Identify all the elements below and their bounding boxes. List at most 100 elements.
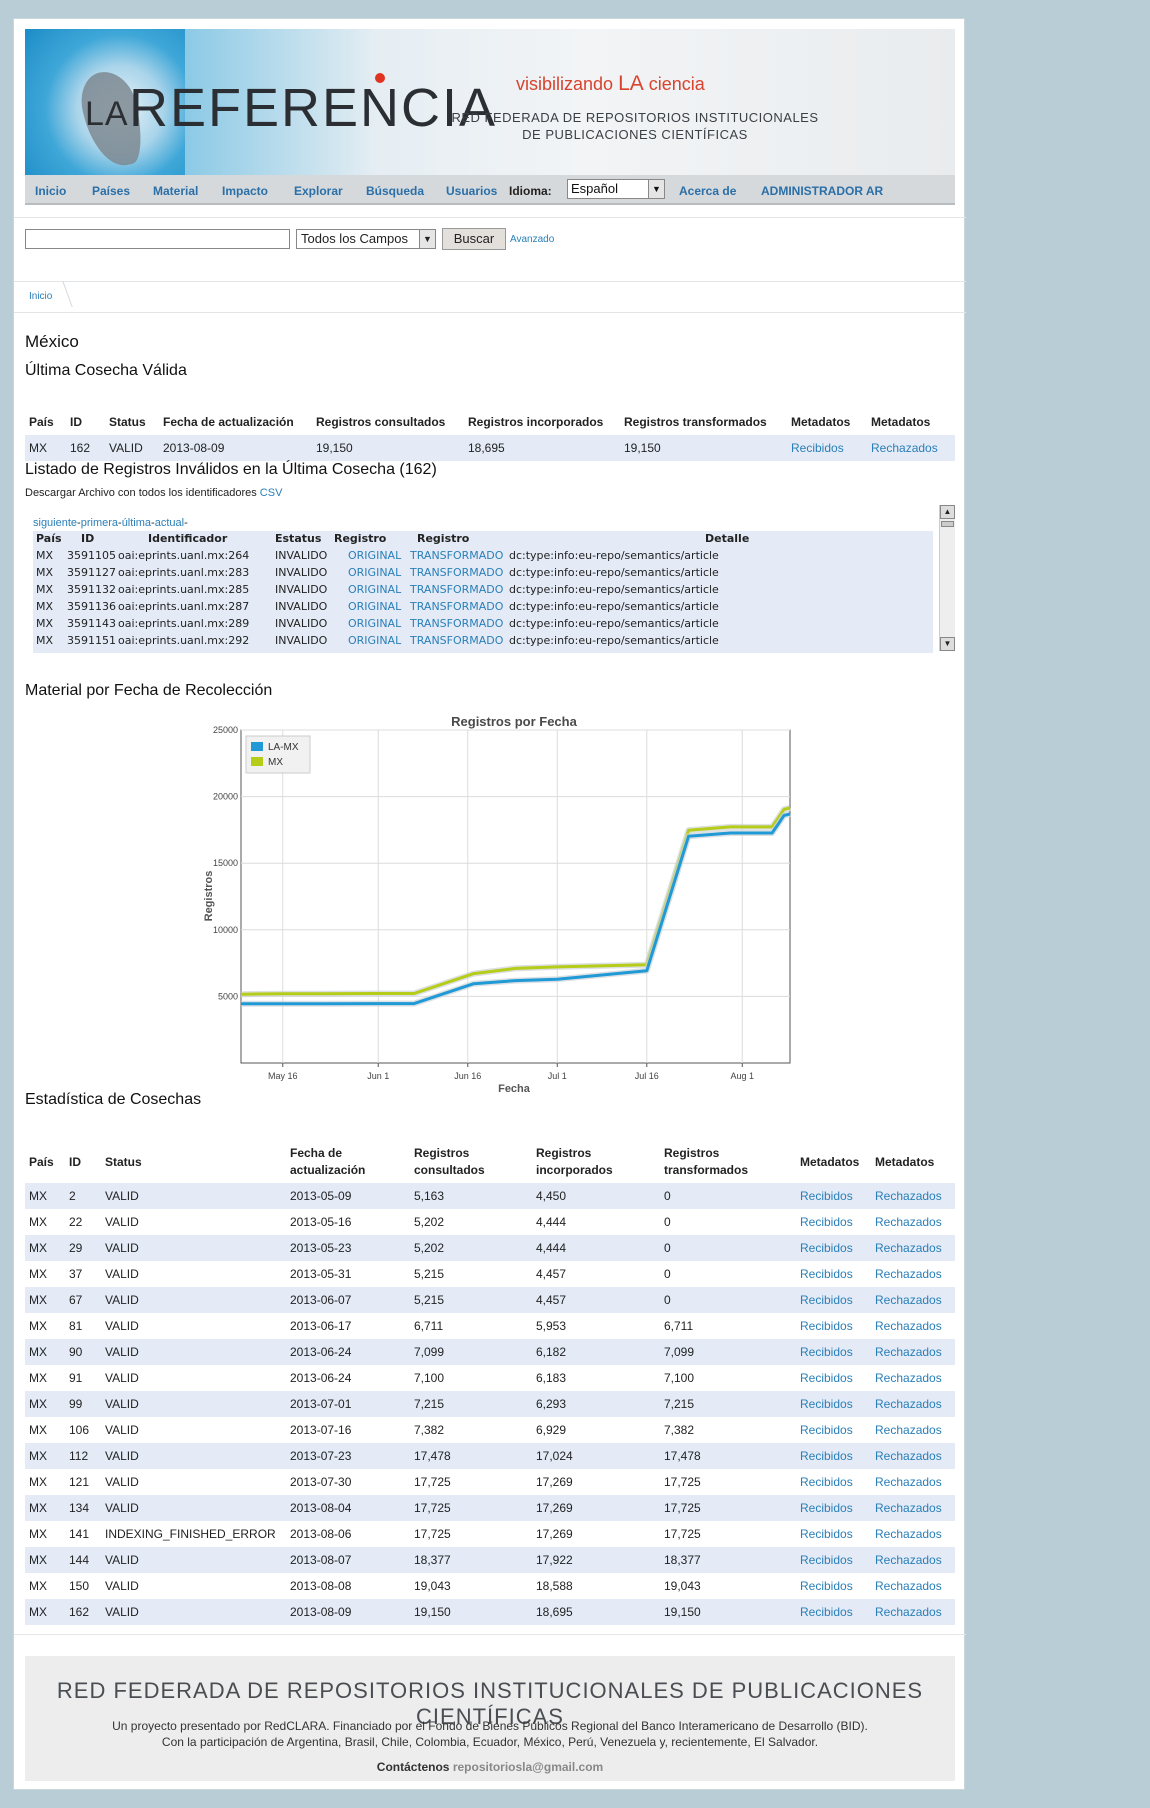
link-recibidos[interactable]: Recibidos (800, 1397, 853, 1411)
language-select[interactable]: Español ▼ (567, 179, 665, 199)
cell-id: 112 (65, 1443, 101, 1469)
link-transformado[interactable]: TRANSFORMADO (410, 566, 503, 579)
link-transformado[interactable]: TRANSFORMADO (410, 549, 503, 562)
link-recibidos[interactable]: Recibidos (800, 1475, 853, 1489)
col-header: Metadatos (791, 415, 851, 429)
cell-country: MX (36, 566, 54, 579)
scrollbar-thumb[interactable] (941, 521, 954, 527)
cell-status: INVALIDO (275, 617, 328, 630)
link-rechazados[interactable]: Rechazados (875, 1371, 942, 1385)
nav-busqueda[interactable]: Búsqueda (366, 184, 424, 198)
link-rechazados[interactable]: Rechazados (875, 1501, 942, 1515)
cell-date: 2013-06-17 (290, 1319, 352, 1333)
link-original[interactable]: ORIGINAL (348, 549, 401, 562)
cell-date: 2013-08-06 (290, 1527, 352, 1541)
link-original[interactable]: ORIGINAL (348, 600, 401, 613)
nav-impacto[interactable]: Impacto (222, 184, 268, 198)
cell-id: 150 (69, 1579, 90, 1593)
link-recibidos[interactable]: Recibidos (800, 1371, 853, 1385)
cell-date: 2013-07-16 (290, 1423, 352, 1437)
y-tick-label: 20000 (213, 792, 238, 802)
link-recibidos[interactable]: Recibidos (800, 1449, 853, 1463)
link-rechazados[interactable]: Rechazados (875, 1293, 942, 1307)
table-row: MX 134 VALID 2013-08-04 17,725 17,269 17,725 Re… (25, 1495, 955, 1521)
cell-detail: dc:type:info:eu-repo/semantics/article (509, 549, 719, 562)
link-recibidos[interactable]: Recibidos (800, 1267, 853, 1281)
nav-admin[interactable]: ADMINISTRADOR AR (761, 184, 883, 198)
link-rechazados[interactable]: Rechazados (875, 1267, 942, 1281)
link-recibidos[interactable]: Recibidos (791, 441, 844, 455)
cell-status: INVALIDO (275, 583, 328, 596)
pager-current[interactable]: actual (155, 517, 184, 529)
nav-usuarios[interactable]: Usuarios (446, 184, 497, 198)
link-original[interactable]: ORIGINAL (348, 617, 401, 630)
link-recibidos[interactable]: Recibidos (800, 1553, 853, 1567)
cell-incorporated: 4,450 (532, 1183, 660, 1209)
cell-transformed: 18,377 (660, 1547, 796, 1573)
link-recibidos[interactable]: Recibidos (800, 1605, 853, 1619)
material-title: Material por Fecha de Recolección (25, 682, 273, 699)
link-recibidos[interactable]: Recibidos (800, 1527, 853, 1541)
link-rechazados[interactable]: Rechazados (875, 1579, 942, 1593)
table-row: MX 141 INDEXING_FINISHED_ERROR 2013-08-06 17… (25, 1521, 955, 1547)
pager-next[interactable]: siguiente (33, 517, 77, 529)
link-recibidos[interactable]: Recibidos (800, 1241, 853, 1255)
search-input[interactable] (25, 229, 290, 249)
link-rechazados[interactable]: Rechazados (875, 1189, 942, 1203)
list-item: MX 3591136 oai:eprints.uanl.mx:287 INVAL… (33, 599, 933, 616)
link-rechazados[interactable]: Rechazados (875, 1397, 942, 1411)
scroll-up-icon[interactable]: ▲ (940, 505, 955, 519)
link-original[interactable]: ORIGINAL (348, 566, 401, 579)
link-rechazados[interactable]: Rechazados (875, 1345, 942, 1359)
cell-date: 2013-08-08 (290, 1579, 352, 1593)
cell-id: 67 (65, 1287, 101, 1313)
link-rechazados[interactable]: Rechazados (875, 1553, 942, 1567)
link-rechazados[interactable]: Rechazados (871, 441, 938, 455)
link-recibidos[interactable]: Recibidos (800, 1215, 853, 1229)
link-transformado[interactable]: TRANSFORMADO (410, 600, 503, 613)
scroll-down-icon[interactable]: ▼ (940, 637, 955, 651)
search-button[interactable]: Buscar (442, 228, 506, 250)
link-original[interactable]: ORIGINAL (348, 634, 401, 647)
link-rechazados[interactable]: Rechazados (875, 1423, 942, 1437)
cell-date: 2013-08-07 (286, 1547, 410, 1573)
download-csv-link[interactable]: CSV (260, 487, 283, 499)
link-recibidos[interactable]: Recibidos (800, 1423, 853, 1437)
link-transformado[interactable]: TRANSFORMADO (410, 583, 503, 596)
scrollbar[interactable]: ▲ ▼ (939, 505, 955, 651)
nav-material[interactable]: Material (153, 184, 198, 198)
nav-paises[interactable]: Países (92, 184, 130, 198)
col-header: Metadatos (875, 1155, 935, 1169)
link-transformado[interactable]: TRANSFORMADO (410, 617, 503, 630)
divider (14, 1634, 966, 1635)
link-recibidos[interactable]: Recibidos (800, 1189, 853, 1203)
nav-explorar[interactable]: Explorar (294, 184, 343, 198)
link-rechazados[interactable]: Rechazados (875, 1215, 942, 1229)
nav-inicio[interactable]: Inicio (35, 184, 66, 198)
nav-acerca[interactable]: Acerca de (679, 184, 736, 198)
link-original[interactable]: ORIGINAL (348, 583, 401, 596)
cell-detail: dc:type:info:eu-repo/semantics/article (509, 600, 719, 613)
link-rechazados[interactable]: Rechazados (875, 1241, 942, 1255)
pager-last[interactable]: última (122, 517, 151, 529)
link-transformado[interactable]: TRANSFORMADO (410, 634, 503, 647)
link-rechazados[interactable]: Rechazados (875, 1605, 942, 1619)
link-recibidos[interactable]: Recibidos (800, 1345, 853, 1359)
search-scope-select[interactable]: Todos los Campos ▼ (296, 229, 436, 249)
header-subtitle-line2: DE PUBLICACIONES CIENTÍFICAS (522, 127, 748, 142)
pager-first[interactable]: primera (81, 517, 118, 529)
table-row: MX 37 VALID 2013-05-31 5,215 4,457 0 Recibidos R… (25, 1261, 955, 1287)
x-tick-label: Jul 1 (548, 1071, 567, 1081)
link-rechazados[interactable]: Rechazados (875, 1319, 942, 1333)
link-recibidos[interactable]: Recibidos (800, 1501, 853, 1515)
link-rechazados[interactable]: Rechazados (875, 1527, 942, 1541)
contact-email-link[interactable]: repositoriosla@gmail.com (453, 1760, 603, 1774)
breadcrumb-inicio[interactable]: Inicio (29, 291, 52, 302)
link-rechazados[interactable]: Rechazados (875, 1475, 942, 1489)
link-rechazados[interactable]: Rechazados (875, 1449, 942, 1463)
link-recibidos[interactable]: Recibidos (800, 1579, 853, 1593)
link-recibidos[interactable]: Recibidos (800, 1293, 853, 1307)
link-recibidos[interactable]: Recibidos (800, 1319, 853, 1333)
cell-incorporated: 18,695 (532, 1599, 660, 1625)
advanced-search-link[interactable]: Avanzado (510, 234, 554, 245)
